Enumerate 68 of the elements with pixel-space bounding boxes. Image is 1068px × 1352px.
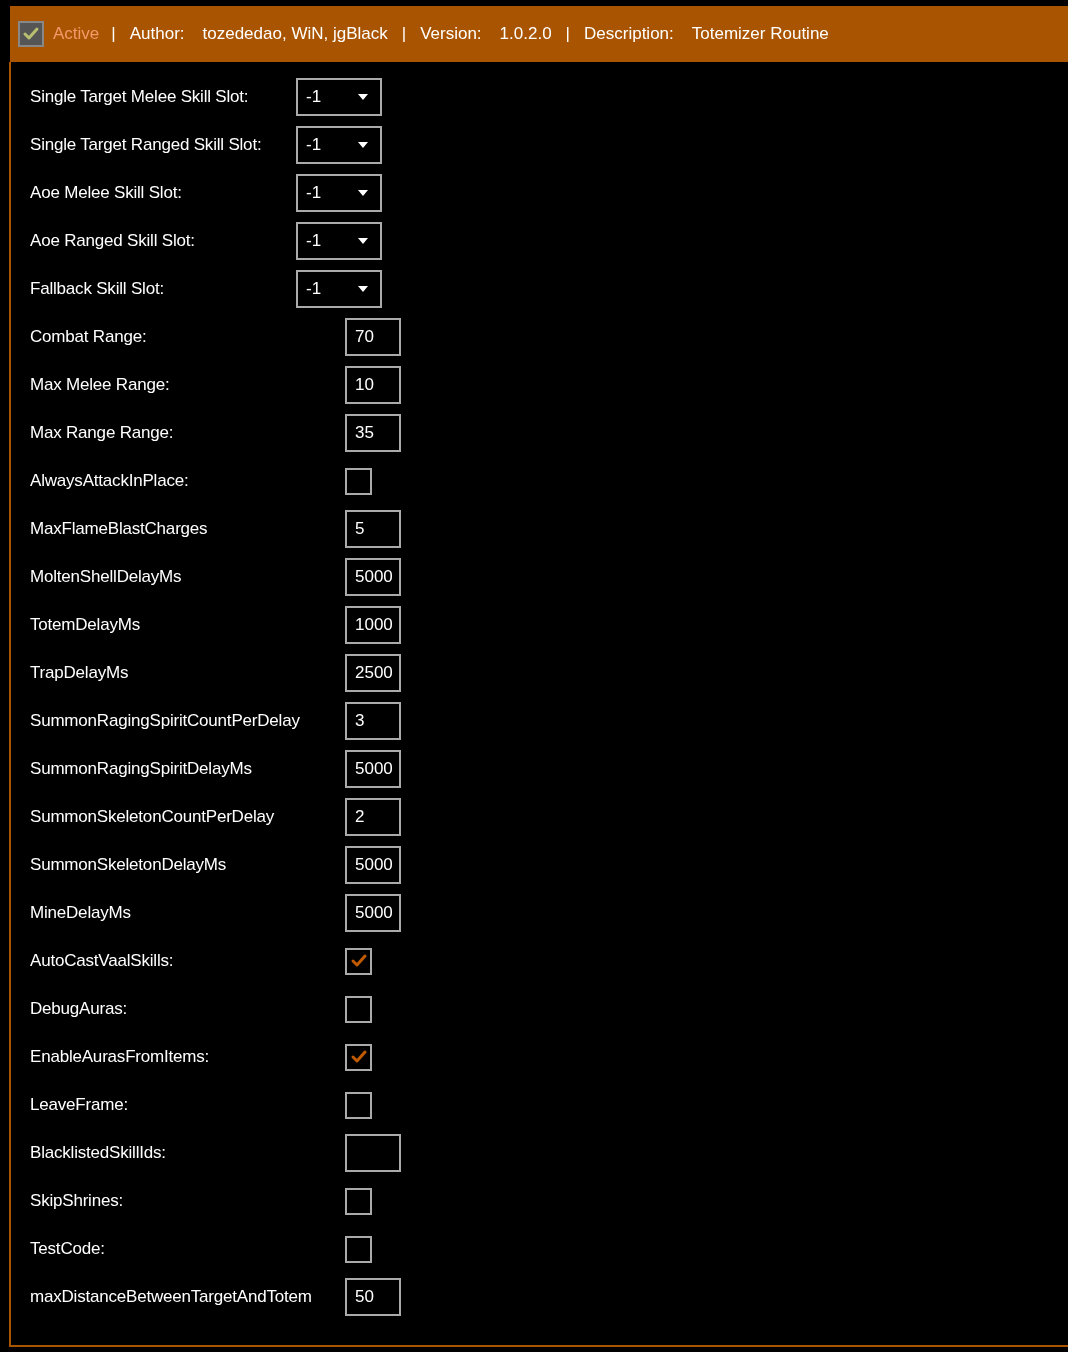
- caret-icon: [358, 238, 368, 244]
- setting-label: Combat Range:: [30, 327, 148, 347]
- caret-icon: [358, 94, 368, 100]
- input-field[interactable]: 35: [345, 414, 401, 452]
- setting-label: Fallback Skill Slot:: [30, 279, 165, 299]
- setting-label: TotemDelayMs: [30, 615, 142, 635]
- checkbox[interactable]: [345, 467, 372, 495]
- checkbox[interactable]: [345, 947, 372, 975]
- setting-label: MineDelayMs: [30, 903, 132, 923]
- input-field[interactable]: 5000: [345, 558, 401, 596]
- input-field[interactable]: 10: [345, 366, 401, 404]
- setting-label: Aoe Ranged Skill Slot:: [30, 231, 196, 251]
- setting-label: LeaveFrame:: [30, 1095, 129, 1115]
- setting-label: SummonSkeletonCountPerDelay: [30, 807, 276, 827]
- setting-label: Max Range Range:: [30, 423, 175, 443]
- author-value: tozededao, WiN, jgBlack: [202, 24, 388, 44]
- input-field[interactable]: 5000: [345, 750, 401, 788]
- caret-icon: [358, 286, 368, 292]
- setting-label: Aoe Melee Skill Slot:: [30, 183, 183, 203]
- setting-label: TrapDelayMs: [30, 663, 130, 683]
- input-field[interactable]: 50: [345, 1278, 401, 1316]
- setting-label: EnableAurasFromItems:: [30, 1047, 211, 1067]
- description-label: Description:: [584, 24, 674, 44]
- checkbox[interactable]: [345, 1187, 372, 1215]
- checkbox[interactable]: [345, 1043, 372, 1071]
- input-field[interactable]: 2: [345, 798, 401, 836]
- checkbox[interactable]: [345, 1091, 372, 1119]
- input-field[interactable]: 5000: [345, 894, 401, 932]
- caret-icon: [358, 190, 368, 196]
- input-field[interactable]: 5000: [345, 846, 401, 884]
- dropdown[interactable]: -1: [296, 78, 382, 116]
- setting-label: Max Melee Range:: [30, 375, 171, 395]
- setting-label: AutoCastVaalSkills:: [30, 951, 175, 971]
- setting-label: SummonRagingSpiritDelayMs: [30, 759, 253, 779]
- setting-label: MoltenShellDelayMs: [30, 567, 183, 587]
- dropdown[interactable]: -1: [296, 222, 382, 260]
- setting-label: SummonRagingSpiritCountPerDelay: [30, 711, 301, 731]
- author-label: Author:: [129, 24, 185, 44]
- setting-label: BlacklistedSkillIds:: [30, 1143, 167, 1163]
- caret-icon: [358, 142, 368, 148]
- checkbox[interactable]: [18, 21, 44, 47]
- setting-label: Single Target Ranged Skill Slot:: [30, 135, 263, 155]
- version-value: 1.0.2.0: [499, 24, 552, 44]
- dropdown[interactable]: -1: [296, 174, 382, 212]
- input-field[interactable]: 3: [345, 702, 401, 740]
- setting-label: MaxFlameBlastCharges: [30, 519, 209, 539]
- active-label: Active: [53, 24, 100, 44]
- separator: |: [111, 24, 116, 44]
- separator: |: [565, 24, 570, 44]
- input-field[interactable]: 1000: [345, 606, 401, 644]
- setting-label: DebugAuras:: [30, 999, 129, 1019]
- checkbox[interactable]: [345, 995, 372, 1023]
- input-field[interactable]: 5: [345, 510, 401, 548]
- dropdown[interactable]: -1: [296, 270, 382, 308]
- separator: |: [401, 24, 407, 44]
- setting-label: SummonSkeletonDelayMs: [30, 855, 228, 875]
- checkbox[interactable]: [345, 1235, 372, 1263]
- input-field[interactable]: [345, 1134, 401, 1172]
- setting-label: SkipShrines:: [30, 1191, 125, 1211]
- setting-label: AlwaysAttackInPlace:: [30, 471, 190, 491]
- input-field[interactable]: 70: [345, 318, 401, 356]
- dropdown[interactable]: -1: [296, 126, 382, 164]
- setting-label: TestCode:: [30, 1239, 106, 1259]
- input-field[interactable]: 2500: [345, 654, 401, 692]
- version-label: Version:: [420, 24, 482, 44]
- setting-label: maxDistanceBetweenTargetAndTotem: [30, 1287, 313, 1307]
- setting-label: Single Target Melee Skill Slot:: [30, 87, 250, 107]
- description-value: Totemizer Routine: [691, 24, 829, 44]
